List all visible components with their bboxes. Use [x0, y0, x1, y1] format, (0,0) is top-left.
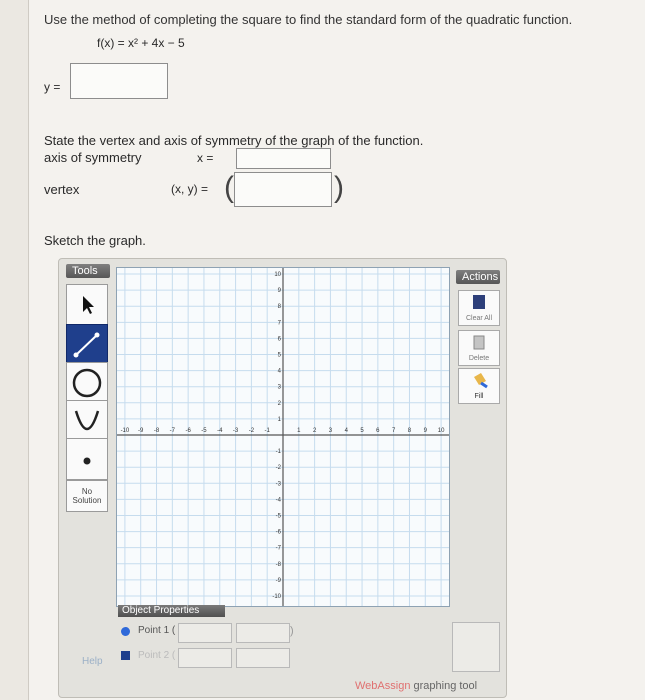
- x-tick-label: 4: [345, 428, 349, 434]
- vertex-prompt: State the vertex and axis of symmetry of…: [44, 133, 424, 148]
- y-tick-label: -2: [276, 465, 282, 471]
- circle-icon: [72, 368, 102, 398]
- point1-close-paren: ): [290, 625, 294, 637]
- delete-button[interactable]: Delete: [458, 330, 500, 366]
- x-tick-label: 2: [313, 428, 317, 434]
- instruction-text: Use the method of completing the square …: [44, 12, 573, 27]
- point1-label: Point 1 (: [138, 625, 176, 636]
- actions-header: Actions: [456, 270, 500, 284]
- function-text: f(x) = x² + 4x − 5: [97, 36, 185, 50]
- fill-button[interactable]: Fill: [458, 368, 500, 404]
- x-tick-label: 3: [329, 428, 333, 434]
- x-tick-label: -6: [185, 428, 191, 434]
- axis-of-symmetry-input[interactable]: [236, 148, 331, 169]
- y-tick-label: 10: [274, 272, 281, 278]
- x-tick-label: -10: [121, 428, 130, 434]
- x-tick-label: 6: [376, 428, 380, 434]
- fill-bucket-icon: [474, 373, 488, 389]
- vertex-input[interactable]: [234, 172, 332, 207]
- no-solution-label: No Solution: [72, 487, 102, 505]
- point-icon: [83, 457, 91, 465]
- brand-name: WebAssign: [355, 680, 411, 692]
- object-properties-header: Object Properties: [118, 605, 225, 617]
- brand-suffix: graphing tool: [413, 680, 478, 692]
- y-tick-label: -3: [276, 481, 282, 487]
- graph-canvas[interactable]: -10 -9 -8 -7 -6 -5 -4 -3 -2 -1 1 2 3 4 5 6 7 8 9 10 10 9 8 7 6 5 4…: [116, 267, 450, 607]
- y-tick-label: -9: [276, 578, 282, 584]
- x-tick-label: -4: [217, 428, 223, 434]
- y-tick-label: -5: [276, 513, 282, 519]
- point2-label: Point 2 (: [138, 650, 176, 661]
- point1-marker: [121, 627, 130, 636]
- axis-eq-label: x =: [197, 151, 214, 165]
- vertex-label: vertex: [44, 182, 80, 197]
- y-tick-label: 6: [278, 336, 282, 342]
- y-tick-label: 3: [278, 385, 282, 391]
- brand-footer: WebAssign graphing tool: [355, 680, 477, 692]
- fill-label: Fill: [474, 393, 484, 400]
- y-tick-label: 8: [278, 304, 282, 310]
- x-tick-label: 9: [424, 428, 428, 434]
- x-tick-label: 8: [408, 428, 412, 434]
- y-tick-label: 1: [278, 417, 282, 423]
- x-tick-label: -1: [265, 428, 271, 434]
- x-tick-label: 10: [438, 428, 445, 434]
- vertex-close-paren: ): [334, 171, 344, 204]
- circle-tool-button[interactable]: [66, 362, 108, 404]
- line-tool-button[interactable]: [66, 324, 108, 366]
- y-tick-label: -4: [276, 497, 282, 503]
- point2-marker: [121, 651, 130, 660]
- y-tick-label: 2: [278, 401, 282, 407]
- point1-y-field[interactable]: [236, 623, 290, 643]
- parabola-tool-button[interactable]: [66, 400, 108, 442]
- point2-y-field[interactable]: [236, 648, 290, 668]
- point2-x-field[interactable]: [178, 648, 232, 668]
- coordinate-grid[interactable]: -10 -9 -8 -7 -6 -5 -4 -3 -2 -1 1 2 3 4 5 6 7 8 9 10 10 9 8 7 6 5 4…: [117, 268, 449, 606]
- parabola-icon: [74, 410, 100, 431]
- x-tick-label: 7: [392, 428, 396, 434]
- vertex-open-paren: (: [224, 171, 234, 204]
- x-tick-label: 1: [297, 428, 301, 434]
- y-tick-label: 7: [278, 320, 282, 326]
- y-tick-label: -8: [276, 562, 282, 568]
- x-tick-label: -5: [201, 428, 207, 434]
- x-tick-label: -9: [138, 428, 144, 434]
- vertex-eq-label: (x, y) =: [171, 182, 209, 196]
- point-tool-button[interactable]: [66, 438, 108, 480]
- no-solution-button[interactable]: No Solution: [66, 480, 108, 512]
- sketch-label: Sketch the graph.: [44, 233, 146, 248]
- pointer-icon: [83, 296, 94, 314]
- y-tick-label: 9: [278, 288, 282, 294]
- x-tick-label: 5: [360, 428, 364, 434]
- y-tick-label: 5: [278, 353, 282, 359]
- y-tick-label: -1: [276, 449, 282, 455]
- line-segment-icon: [73, 332, 100, 358]
- y-tick-label: -6: [276, 530, 282, 536]
- delete-label: Delete: [468, 355, 490, 362]
- tools-header: Tools: [66, 264, 110, 278]
- x-tick-label: -3: [233, 428, 239, 434]
- clear-all-button[interactable]: Clear All: [458, 290, 500, 326]
- x-tick-label: -2: [249, 428, 255, 434]
- x-tick-label: -7: [170, 428, 176, 434]
- axis-label: axis of symmetry: [44, 150, 142, 165]
- properties-side-panel: [452, 622, 500, 672]
- x-tick-label: -8: [154, 428, 160, 434]
- trash-icon: [473, 335, 485, 350]
- y-tick-label: -10: [272, 594, 281, 600]
- clear-all-icon: [473, 295, 485, 309]
- point1-x-field[interactable]: [178, 623, 232, 643]
- y-tick-label: -7: [276, 546, 282, 552]
- clear-all-label: Clear All: [465, 315, 493, 322]
- pointer-tool-button[interactable]: [66, 284, 108, 326]
- y-tick-label: 4: [278, 369, 282, 375]
- standard-form-input[interactable]: [70, 63, 168, 99]
- help-link[interactable]: Help: [82, 656, 103, 667]
- answer-label: y =: [44, 80, 61, 94]
